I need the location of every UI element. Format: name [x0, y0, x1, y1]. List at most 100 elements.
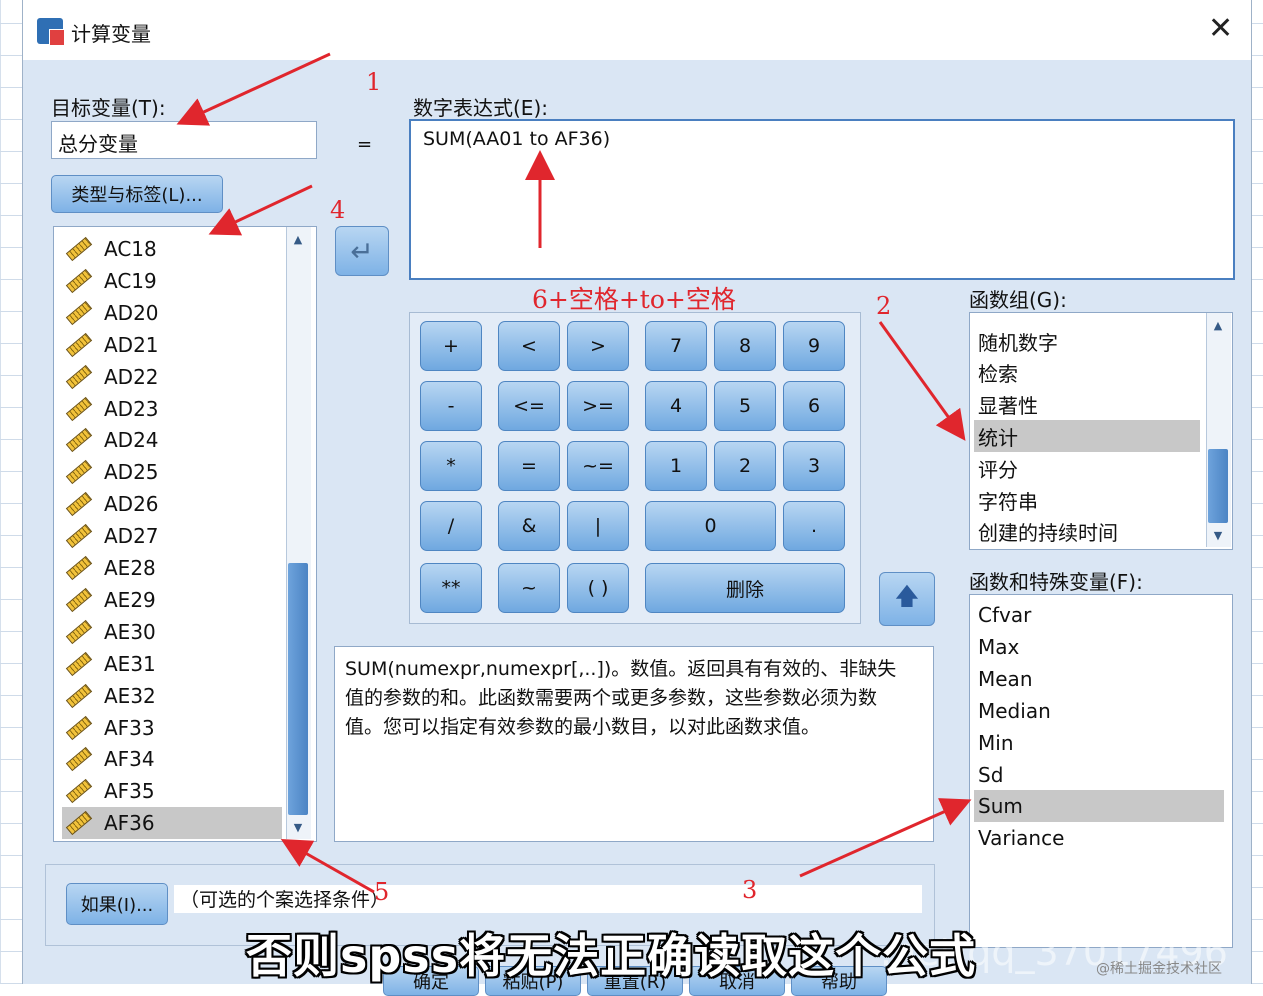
variable-item[interactable]: AD20	[62, 297, 282, 329]
key-or[interactable]: |	[567, 501, 629, 551]
function-group-item[interactable]: 创建的持续时间	[974, 516, 1200, 548]
scrollbar-thumb[interactable]	[1208, 449, 1228, 523]
variable-item[interactable]: AE28	[62, 552, 282, 584]
key-multiply[interactable]: *	[420, 441, 482, 491]
variable-name: AD24	[104, 428, 159, 453]
key-4[interactable]: 4	[645, 381, 707, 431]
target-variable-input[interactable]: 总分变量	[51, 121, 317, 159]
function-group-scrollbar[interactable]: ▲ ▼	[1206, 313, 1231, 547]
move-function-button[interactable]: 🡅	[879, 572, 935, 626]
function-item[interactable]: Variance	[974, 822, 1224, 854]
key-greater-equal[interactable]: >=	[567, 381, 629, 431]
function-group-item[interactable]: 字符串	[974, 484, 1200, 516]
scrollbar-thumb[interactable]	[288, 563, 308, 815]
scale-ruler-icon	[65, 747, 93, 772]
variable-name: AE32	[104, 683, 156, 708]
variable-item[interactable]: AD24	[62, 424, 282, 456]
variable-name: AF34	[104, 747, 155, 772]
title-bar: 计算变量 ✕	[23, 0, 1251, 60]
scale-ruler-icon	[65, 651, 93, 676]
key-8[interactable]: 8	[714, 321, 776, 371]
variable-item[interactable]: AF36	[62, 807, 282, 840]
if-button[interactable]: 如果(I)...	[66, 883, 168, 925]
function-description-text: SUM(numexpr,numexpr[,..])。数值。返回具有有效的、非缺失…	[345, 658, 897, 738]
key-6[interactable]: 6	[783, 381, 845, 431]
variable-item[interactable]: AC18	[62, 233, 282, 265]
variable-list-scrollbar[interactable]: ▲ ▼	[286, 227, 311, 839]
function-group-item[interactable]: 显著性	[974, 389, 1200, 421]
key-parentheses[interactable]: ( )	[567, 563, 629, 613]
target-variable-label: 目标变量(T):	[51, 96, 166, 120]
function-item[interactable]: Cfvar	[974, 599, 1224, 631]
variable-item[interactable]: AD27	[62, 520, 282, 552]
close-icon[interactable]: ✕	[1208, 14, 1233, 44]
scroll-up-icon[interactable]: ▲	[289, 231, 307, 247]
annotation-1: 1	[366, 68, 382, 96]
function-item[interactable]: Median	[974, 695, 1224, 727]
variable-item[interactable]: AD22	[62, 361, 282, 393]
key-9[interactable]: 9	[783, 321, 845, 371]
key-power[interactable]: **	[420, 563, 482, 613]
variable-item[interactable]: AE32	[62, 680, 282, 712]
scale-ruler-icon	[65, 428, 93, 453]
key-2[interactable]: 2	[714, 441, 776, 491]
function-group-item[interactable]: 评分	[974, 452, 1200, 484]
annotation-2: 2	[876, 292, 892, 320]
variable-name: AC19	[104, 268, 157, 293]
variable-item[interactable]: AD26	[62, 488, 282, 520]
key-divide[interactable]: /	[420, 501, 482, 551]
variable-item[interactable]: AC19	[62, 265, 282, 297]
numeric-expression-label: 数字表达式(E):	[413, 96, 548, 120]
key-less-than[interactable]: <	[498, 321, 560, 371]
key-5[interactable]: 5	[714, 381, 776, 431]
key-3[interactable]: 3	[783, 441, 845, 491]
function-list[interactable]: Cfvar Max Mean Median Min Sd Sum Variance	[969, 594, 1233, 948]
function-item[interactable]: Sd	[974, 759, 1224, 791]
variable-item[interactable]: AD23	[62, 393, 282, 425]
numeric-expression-input[interactable]: SUM(AA01 to AF36)	[409, 119, 1235, 280]
variable-item[interactable]: AE30	[62, 616, 282, 648]
variable-name: AD26	[104, 492, 159, 517]
variable-name: AD20	[104, 300, 159, 325]
scale-ruler-icon	[65, 811, 93, 836]
variable-item[interactable]: AF33	[62, 712, 282, 744]
key-minus[interactable]: -	[420, 381, 482, 431]
key-7[interactable]: 7	[645, 321, 707, 371]
variable-item[interactable]: AF35	[62, 775, 282, 807]
key-not-equal[interactable]: ~=	[567, 441, 629, 491]
variable-list[interactable]: AC18 AC19 AD20 AD21 AD22 AD23 AD24 AD25 AD26 AD27…	[53, 226, 317, 842]
key-1[interactable]: 1	[645, 441, 707, 491]
function-group-list[interactable]: 随机数字 检索 显著性 统计 评分 字符串 创建的持续时间 ▲ ▼	[969, 312, 1233, 550]
function-item[interactable]: Min	[974, 727, 1224, 759]
scroll-up-icon[interactable]: ▲	[1209, 317, 1227, 333]
move-variable-button[interactable]: ↵	[335, 226, 389, 276]
function-item[interactable]: Max	[974, 631, 1224, 663]
variable-item[interactable]: AE29	[62, 584, 282, 616]
key-plus[interactable]: +	[420, 321, 482, 371]
function-group-item[interactable]: 统计	[974, 420, 1200, 453]
variable-name: AD23	[104, 396, 159, 421]
video-subtitle: 否则spss将无法正确读取这个公式	[246, 929, 977, 983]
scroll-down-icon[interactable]: ▼	[289, 819, 307, 835]
annotation-5: 5	[374, 878, 390, 906]
function-group-item[interactable]: 随机数字	[974, 325, 1200, 357]
variable-item[interactable]: AD21	[62, 329, 282, 361]
dialog-title: 计算变量	[71, 22, 151, 46]
scroll-down-icon[interactable]: ▼	[1209, 527, 1227, 543]
key-decimal[interactable]: .	[783, 501, 845, 551]
variable-item[interactable]: AF34	[62, 743, 282, 775]
variable-item[interactable]: AD25	[62, 456, 282, 488]
key-not[interactable]: ~	[498, 563, 560, 613]
variable-item[interactable]: AE31	[62, 648, 282, 680]
type-and-label-button[interactable]: 类型与标签(L)...	[51, 175, 223, 213]
key-greater-than[interactable]: >	[567, 321, 629, 371]
scale-ruler-icon	[65, 555, 93, 581]
key-delete[interactable]: 删除	[645, 563, 845, 613]
key-less-equal[interactable]: <=	[498, 381, 560, 431]
function-item[interactable]: Sum	[974, 790, 1224, 823]
key-and[interactable]: &	[498, 501, 560, 551]
function-group-item[interactable]: 检索	[974, 357, 1200, 389]
key-0[interactable]: 0	[645, 501, 776, 551]
key-equals[interactable]: =	[498, 441, 560, 491]
function-item[interactable]: Mean	[974, 663, 1224, 695]
